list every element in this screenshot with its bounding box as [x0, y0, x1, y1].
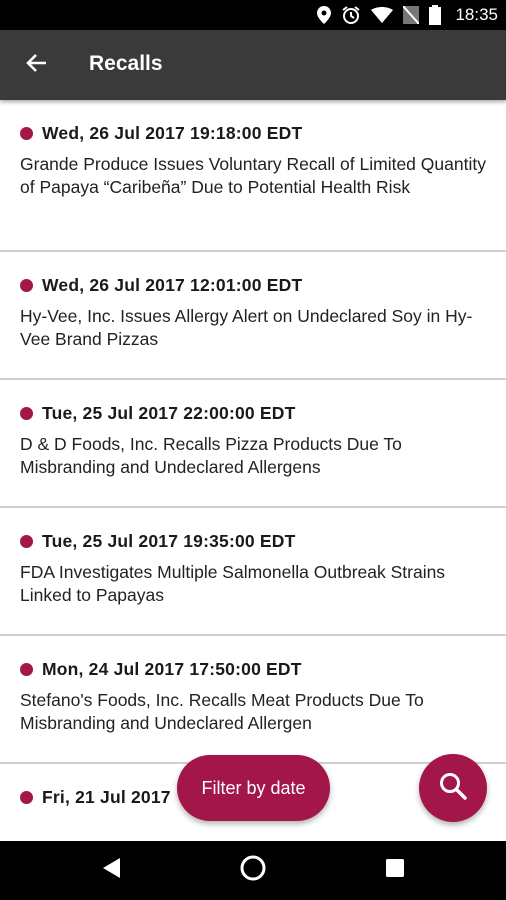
app-bar: Recalls	[0, 30, 506, 100]
recall-date: Wed, 26 Jul 2017 12:01:00 EDT	[42, 274, 303, 295]
nav-recents-button[interactable]	[355, 841, 435, 900]
bullet-dot	[20, 662, 33, 676]
wifi-icon	[371, 7, 394, 23]
bullet-dot	[20, 534, 33, 548]
recents-square-icon	[385, 858, 405, 883]
nav-home-button[interactable]	[213, 841, 293, 900]
navigation-bar	[0, 841, 506, 900]
list-item[interactable]: Wed, 26 Jul 2017 12:01:00 EDT Hy-Vee, In…	[0, 252, 506, 380]
status-time: 18:35	[455, 5, 498, 24]
recall-title: Grande Produce Issues Voluntary Recall o…	[20, 154, 486, 197]
filter-button-label: Filter by date	[201, 777, 306, 798]
page-title: Recalls	[89, 52, 163, 75]
recall-date: Wed, 26 Jul 2017 19:18:00 EDT	[42, 122, 303, 143]
battery-icon	[429, 5, 442, 25]
search-button[interactable]	[419, 754, 487, 822]
list-item[interactable]: Mon, 24 Jul 2017 17:50:00 EDT Stefano's …	[0, 636, 506, 764]
list-item[interactable]: Tue, 25 Jul 2017 19:35:00 EDT FDA Invest…	[0, 508, 506, 636]
status-bar: 18:35	[0, 0, 506, 30]
bullet-dot	[20, 406, 33, 420]
recall-date: Fri, 21 Jul 2017	[42, 786, 171, 807]
arrow-back-icon	[25, 52, 47, 79]
bullet-dot	[20, 278, 33, 292]
recall-date: Tue, 25 Jul 2017 19:35:00 EDT	[42, 530, 296, 551]
back-triangle-icon	[101, 857, 121, 884]
no-sim-icon	[403, 6, 420, 24]
list-item[interactable]: Tue, 25 Jul 2017 22:00:00 EDT D & D Food…	[0, 380, 506, 508]
recall-title: D & D Foods, Inc. Recalls Pizza Products…	[20, 434, 402, 477]
recall-title: Stefano's Foods, Inc. Recalls Meat Produ…	[20, 690, 424, 733]
home-circle-icon	[239, 854, 267, 887]
search-icon	[438, 771, 468, 806]
recall-title: Hy-Vee, Inc. Issues Allergy Alert on Und…	[20, 306, 473, 349]
list-item[interactable]: Wed, 26 Jul 2017 19:18:00 EDT Grande Pro…	[0, 100, 506, 252]
recall-date: Tue, 25 Jul 2017 22:00:00 EDT	[42, 402, 296, 423]
bullet-dot	[20, 126, 33, 140]
nav-back-button[interactable]	[71, 841, 151, 900]
location-icon	[317, 6, 332, 24]
filter-by-date-button[interactable]: Filter by date	[177, 755, 330, 821]
recall-title: FDA Investigates Multiple Salmonella Out…	[20, 562, 446, 605]
back-button[interactable]	[14, 43, 58, 87]
alarm-icon	[341, 5, 361, 25]
recall-date: Mon, 24 Jul 2017 17:50:00 EDT	[42, 658, 302, 679]
recall-list[interactable]: Wed, 26 Jul 2017 19:18:00 EDT Grande Pro…	[0, 100, 506, 841]
bullet-dot	[20, 790, 33, 804]
